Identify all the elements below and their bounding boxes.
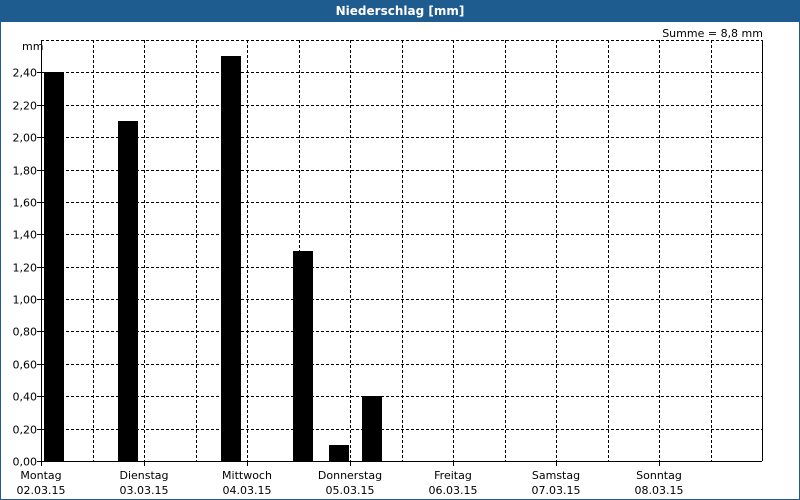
y-tick-label: 1,40 xyxy=(13,229,38,242)
precipitation-bar xyxy=(362,396,382,461)
x-tick-label-day: Sonntag xyxy=(636,469,682,482)
y-tick-label: 1,00 xyxy=(13,294,38,307)
y-tick-label: 1,20 xyxy=(13,262,38,275)
x-tick-label-date: 08.03.15 xyxy=(635,484,684,497)
y-tick-label: 0,40 xyxy=(13,391,38,404)
y-tick-label: 0,60 xyxy=(13,359,38,372)
y-tick-label: 0,00 xyxy=(13,456,38,469)
precipitation-bar xyxy=(118,121,138,461)
x-tick-label-date: 04.03.15 xyxy=(223,484,272,497)
y-tick-label: 1,80 xyxy=(13,165,38,178)
x-tick-label-day: Donnerstag xyxy=(318,469,382,482)
x-tick-label-day: Samstag xyxy=(532,469,580,482)
y-tick-label: 2,20 xyxy=(13,100,38,113)
y-tick-label: 0,20 xyxy=(13,424,38,437)
y-tick-label: 0,80 xyxy=(13,326,38,339)
precipitation-bar xyxy=(329,445,349,461)
x-tick-label-date: 05.03.15 xyxy=(326,484,375,497)
x-tick-label-date: 03.03.15 xyxy=(120,484,169,497)
y-axis-label: mm xyxy=(22,40,43,53)
precipitation-bar xyxy=(293,251,313,461)
y-tick-label: 2,40 xyxy=(13,67,38,80)
x-tick-label-day: Freitag xyxy=(434,469,472,482)
y-tick-label: 2,00 xyxy=(13,132,38,145)
x-tick-label-day: Montag xyxy=(20,469,61,482)
x-tick-label-date: 02.03.15 xyxy=(17,484,66,497)
x-tick-label-day: Dienstag xyxy=(119,469,168,482)
precipitation-bar xyxy=(44,72,64,461)
x-tick-label-day: Mittwoch xyxy=(222,469,272,482)
x-tick-label-date: 06.03.15 xyxy=(429,484,478,497)
precipitation-bar xyxy=(221,56,241,461)
precipitation-chart: 0,00 0,20 0,40 0,60 0,80 1,00 1,20 1,40 1,60 1,80… xyxy=(13,40,763,497)
x-tick-label-date: 07.03.15 xyxy=(532,484,581,497)
y-tick-label: 1,60 xyxy=(13,197,38,210)
